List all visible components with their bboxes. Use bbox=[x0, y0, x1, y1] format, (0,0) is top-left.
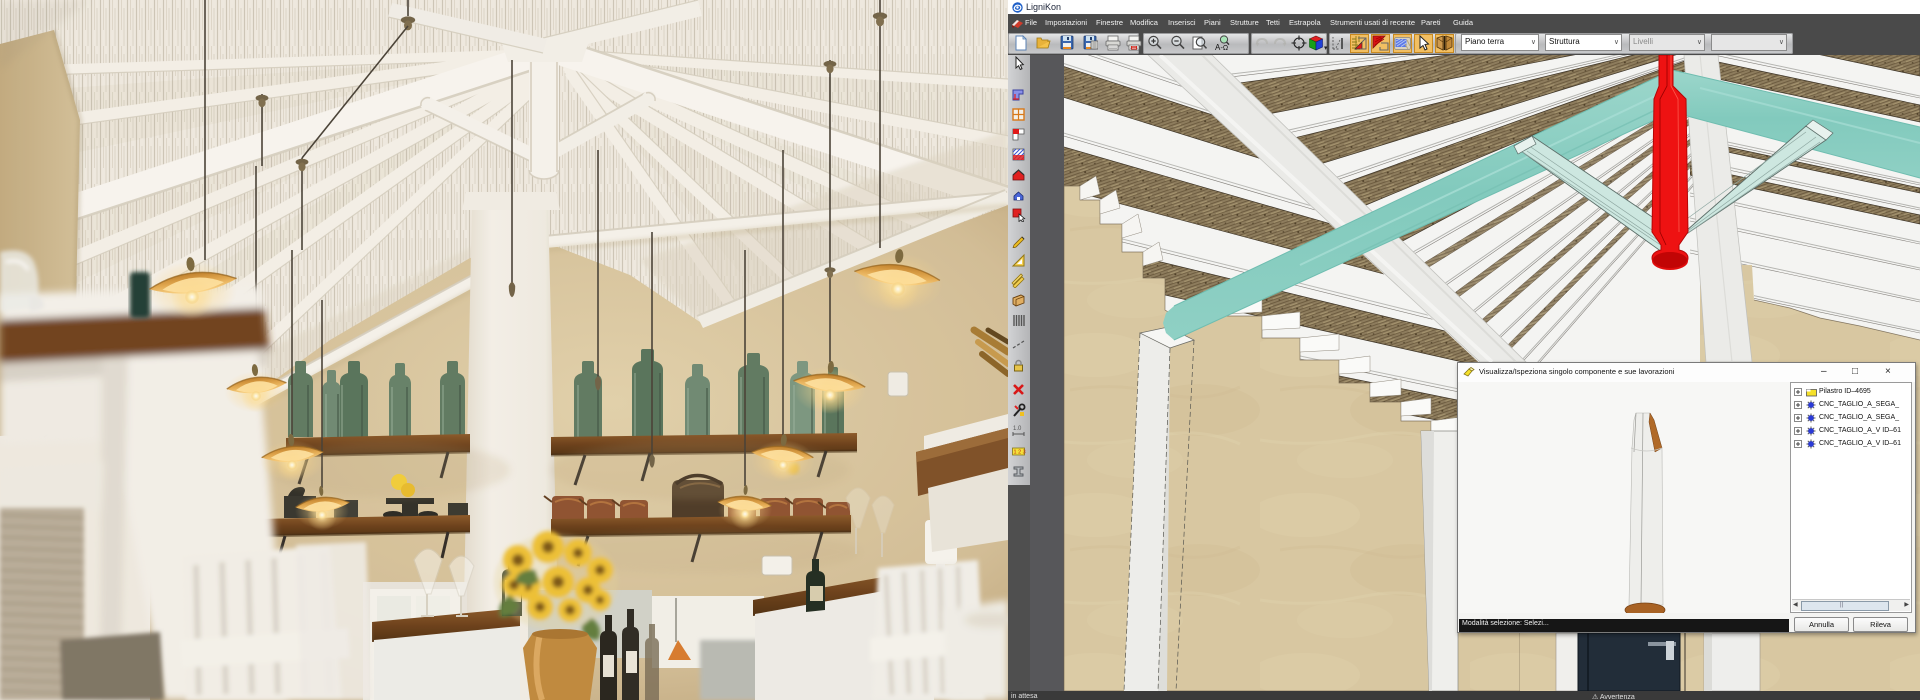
svg-text:-Ω: -Ω bbox=[1221, 45, 1229, 51]
svg-text:1.0: 1.0 bbox=[1013, 426, 1022, 432]
svg-text:1 2 3: 1 2 3 bbox=[1014, 450, 1026, 456]
